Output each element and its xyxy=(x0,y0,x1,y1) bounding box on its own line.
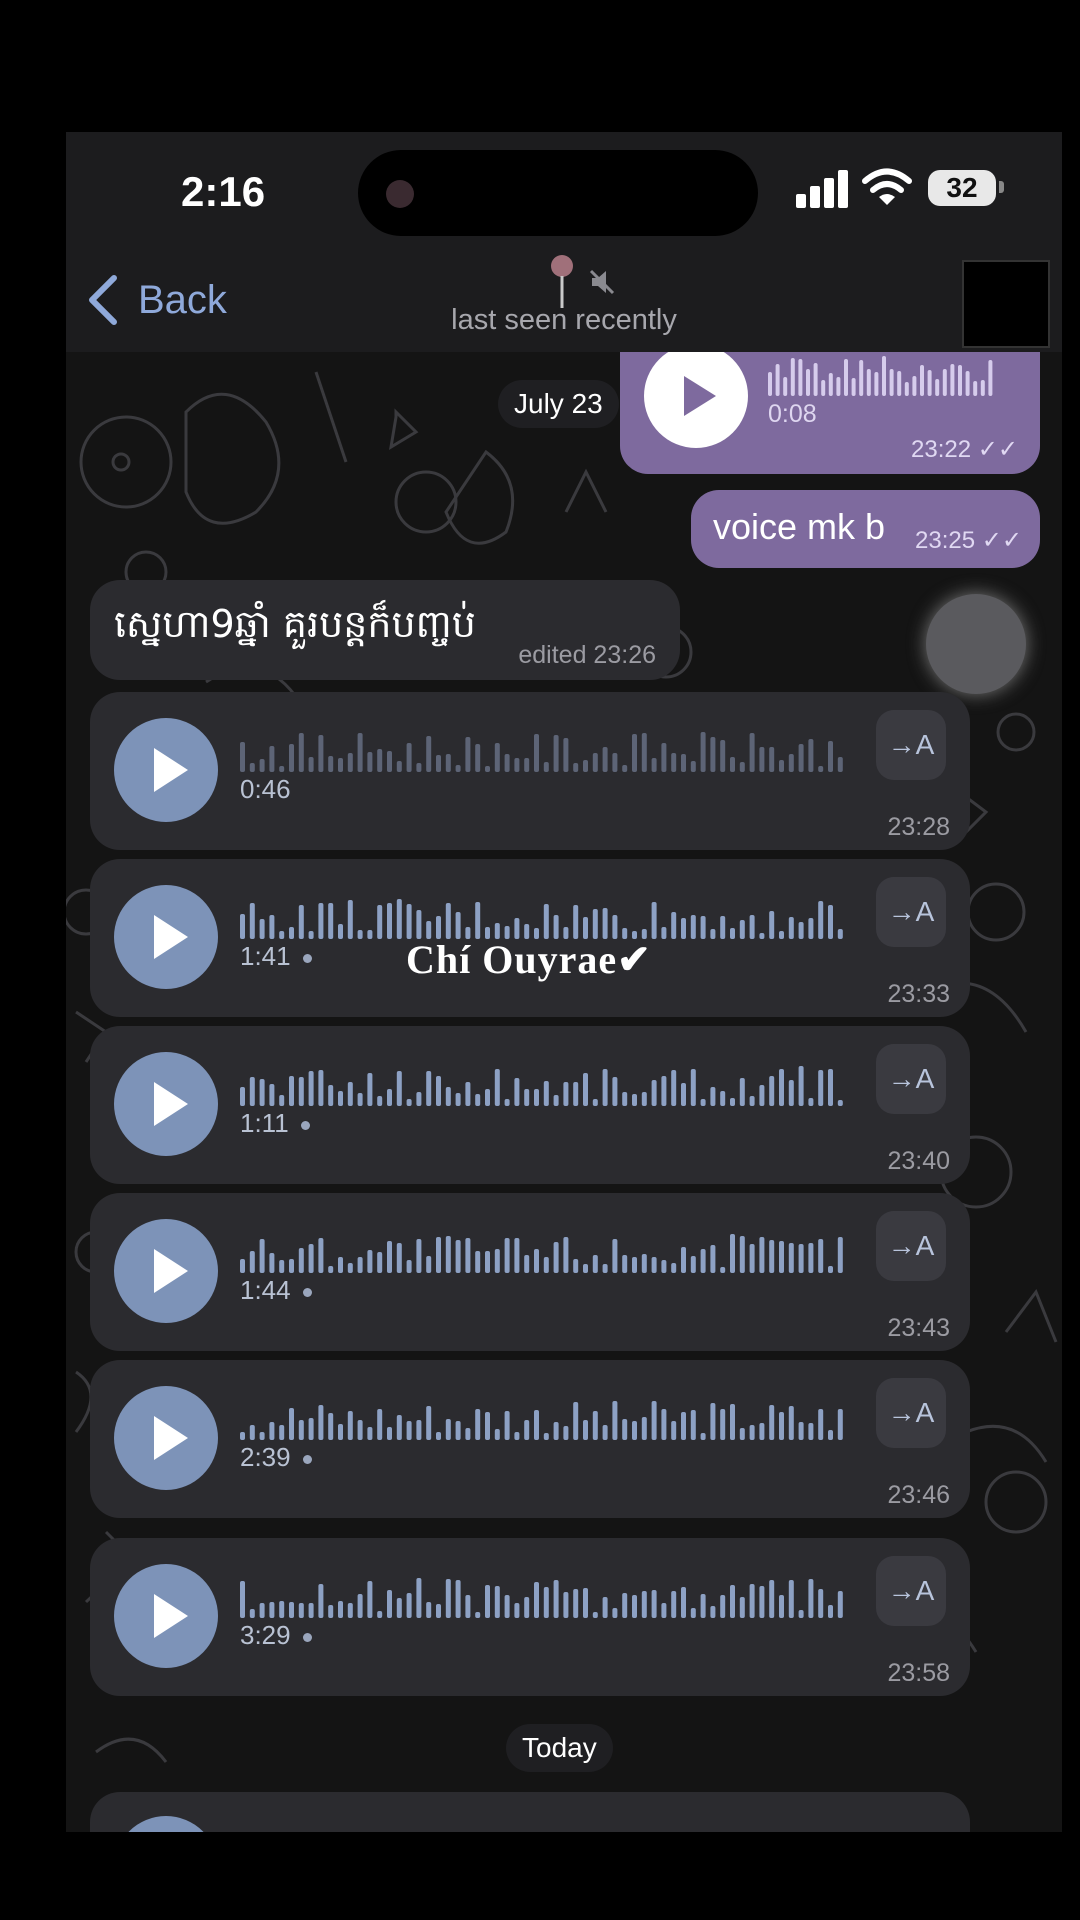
transcribe-button[interactable]: →A xyxy=(876,710,946,780)
voice-duration: 2:39 xyxy=(240,1442,312,1473)
waveform[interactable] xyxy=(240,1392,850,1442)
voice-duration: 1:44 xyxy=(240,1275,312,1306)
voice-time: 23:28 xyxy=(887,813,950,841)
play-icon xyxy=(684,376,716,416)
dynamic-island xyxy=(358,150,758,236)
outgoing-play-button[interactable] xyxy=(644,344,748,448)
next-voice-message-partial[interactable] xyxy=(90,1792,970,1832)
play-button[interactable] xyxy=(114,1052,218,1156)
scroll-button[interactable] xyxy=(926,594,1026,694)
play-button[interactable] xyxy=(114,1564,218,1668)
status-time: 2:16 xyxy=(181,168,266,215)
wifi-icon xyxy=(862,168,912,205)
waveform[interactable] xyxy=(240,724,850,774)
unplayed-dot xyxy=(302,953,312,963)
status-icons: 32 xyxy=(796,168,1016,214)
transcribe-button[interactable]: →A xyxy=(876,1378,946,1448)
read-check-icon: ✓✓ xyxy=(977,436,1018,463)
voice-message[interactable]: 3:29 →A 23:58 xyxy=(90,1538,970,1696)
battery-icon: 32 xyxy=(928,170,996,206)
transcribe-button[interactable]: →A xyxy=(876,1211,946,1281)
voice-duration: 3:29 xyxy=(240,1620,312,1651)
play-button[interactable] xyxy=(114,885,218,989)
outgoing-text-time: 23:25 ✓✓ xyxy=(915,527,1022,554)
play-icon xyxy=(154,915,188,959)
waveform[interactable] xyxy=(240,1570,850,1620)
transcribe-button[interactable]: →A xyxy=(876,1556,946,1626)
contact-avatar[interactable] xyxy=(962,260,1050,348)
play-icon xyxy=(154,1249,188,1293)
voice-time: 23:43 xyxy=(887,1314,950,1342)
incoming-text-meta: edited 23:26 xyxy=(518,641,656,669)
play-icon xyxy=(154,1082,188,1126)
voice-message[interactable]: 2:39 →A 23:46 xyxy=(90,1360,970,1518)
voice-time: 23:40 xyxy=(887,1147,950,1175)
phone-screen: 2:16 32 Back last seen recently 0:08 23:… xyxy=(66,132,1062,1832)
voice-time: 23:46 xyxy=(887,1481,950,1509)
battery-tip xyxy=(999,181,1004,193)
play-button[interactable] xyxy=(114,1386,218,1490)
incoming-text-message[interactable]: ស្នេហា9ឆ្នាំ គួរបន្តក៏បញ្ចប់ edited 23:2… xyxy=(90,580,680,680)
pin-icon xyxy=(551,255,573,308)
transcribe-button[interactable]: →A xyxy=(876,877,946,947)
chat-header: 2:16 32 Back last seen recently xyxy=(66,132,1062,352)
waveform[interactable] xyxy=(240,891,850,941)
signal-icon xyxy=(796,168,850,208)
date-divider: July 23 xyxy=(498,380,619,428)
partial-play-button[interactable] xyxy=(114,1816,218,1832)
date-divider-today: Today xyxy=(506,1724,613,1772)
waveform[interactable] xyxy=(240,1225,850,1275)
outgoing-text-message[interactable]: voice mk b 23:25 ✓✓ xyxy=(691,490,1040,568)
voice-duration: 0:46 xyxy=(240,774,291,804)
waveform[interactable] xyxy=(240,1058,850,1108)
incoming-text: ស្នេហា9ឆ្នាំ គួរបន្តក៏បញ្ចប់ xyxy=(114,602,476,646)
play-icon xyxy=(154,748,188,792)
play-icon xyxy=(154,1416,188,1460)
voice-message[interactable]: 1:11 →A 23:40 xyxy=(90,1026,970,1184)
watermark-text: Chí Ouyrae✔ xyxy=(406,937,652,982)
play-icon xyxy=(154,1594,188,1638)
play-button[interactable] xyxy=(114,718,218,822)
unplayed-dot xyxy=(302,1454,312,1464)
outgoing-waveform xyxy=(768,356,993,396)
outgoing-voice-time: 23:22 ✓✓ xyxy=(911,436,1018,463)
unplayed-dot xyxy=(300,1120,310,1130)
voice-message[interactable]: 0:46 →A 23:28 xyxy=(90,692,970,850)
voice-time: 23:58 xyxy=(887,1659,950,1687)
outgoing-voice-duration: 0:08 xyxy=(768,400,817,428)
muted-icon xyxy=(589,269,615,295)
unplayed-dot xyxy=(302,1287,312,1297)
transcribe-button[interactable]: →A xyxy=(876,1044,946,1114)
voice-message[interactable]: 1:44 →A 23:43 xyxy=(90,1193,970,1351)
camera-dot xyxy=(386,180,414,208)
play-button[interactable] xyxy=(114,1219,218,1323)
voice-duration: 1:11 xyxy=(240,1108,310,1139)
last-seen-status: last seen recently xyxy=(451,304,677,336)
unplayed-dot xyxy=(302,1632,312,1642)
outgoing-text: voice mk b xyxy=(713,506,886,547)
read-check-icon: ✓✓ xyxy=(981,527,1022,554)
voice-time: 23:33 xyxy=(887,980,950,1008)
voice-duration: 1:41 xyxy=(240,941,312,972)
